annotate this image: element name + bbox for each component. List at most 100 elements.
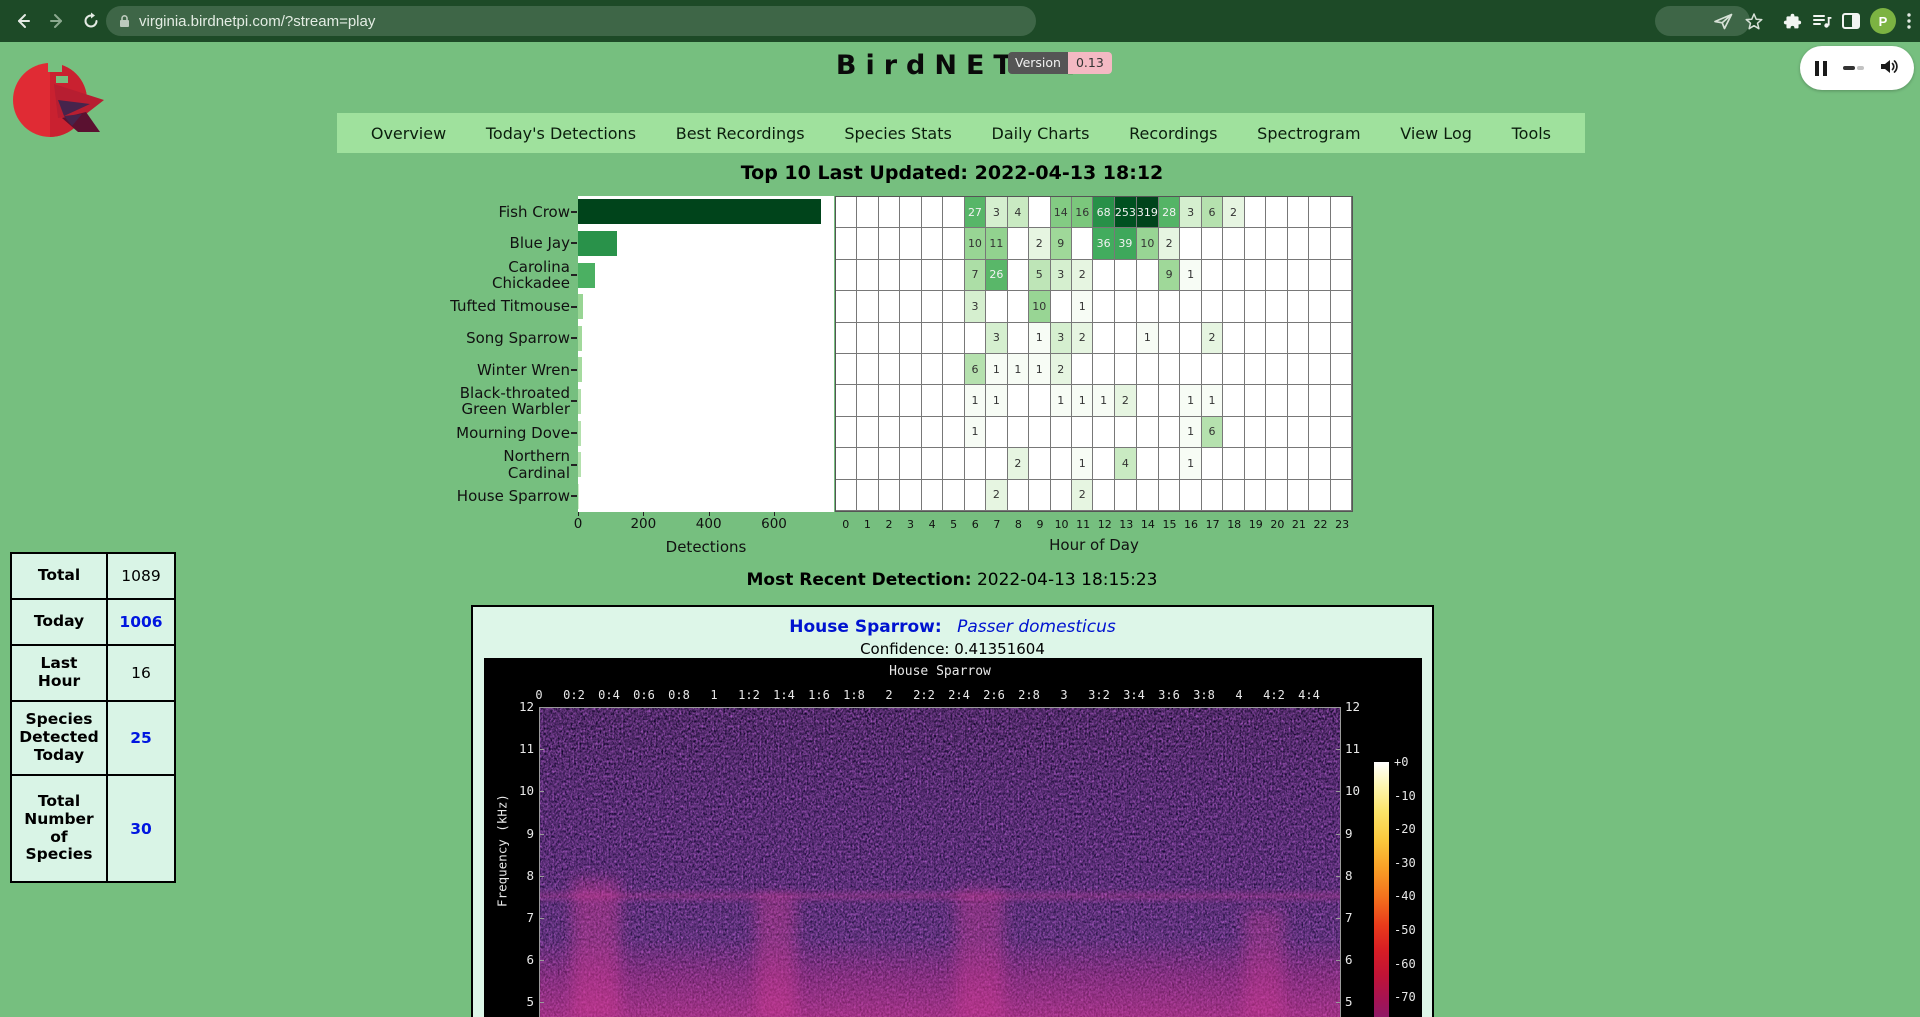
heatmap-cell [1202,448,1223,479]
heatmap-cell [1093,260,1114,291]
heatmap-cell [1223,417,1244,448]
x-tick-label: 0 [574,516,583,532]
heatmap-cell [900,480,921,511]
audio-scrubber[interactable] [1843,66,1864,70]
heatmap-cell [1245,323,1266,354]
heatmap-cell [1115,323,1137,354]
heatmap-cell [1288,291,1309,322]
colorbar-label: -40 [1394,889,1416,903]
heatmap-cell: 1 [1137,323,1159,354]
heatmap-cell [1266,417,1287,448]
heatmap-cell [1180,291,1201,322]
heatmap-cell: 1 [1072,291,1093,322]
most-recent-detection-line: Most Recent Detection: 2022-04-13 18:15:… [0,570,1904,590]
hour-tick-label: 7 [986,518,1008,534]
heatmap-cell [836,291,857,322]
heatmap-cell [1223,480,1244,511]
url-bar[interactable]: virginia.birdnetpi.com/?stream=play [106,6,1036,36]
heatmap-cell [943,323,964,354]
spectrogram-x-tick: 4:4 [1298,688,1320,702]
spectrogram-y-tick-left: 11 [508,741,534,756]
chrome-menu-button[interactable] [1906,12,1912,30]
heatmap-cell: 10 [1137,228,1159,259]
species-label-blue-jay: Blue Jay [380,228,570,260]
volume-button[interactable] [1880,58,1899,79]
reload-button[interactable] [74,4,108,38]
main-nav: Overview Today's Detections Best Recording… [337,113,1585,153]
nav-item-recordings[interactable]: Recordings [1129,124,1217,143]
heatmap-cell [1245,448,1266,479]
y-tick-mark [571,306,577,308]
forward-button[interactable] [40,4,74,38]
nav-item-best-recordings[interactable]: Best Recordings [676,124,805,143]
spectrogram-y-tick-right: 5 [1345,994,1353,1009]
species-label-song-sparrow: Song Sparrow [380,322,570,354]
y-tick-mark [539,707,544,708]
nav-item-view-log[interactable]: View Log [1400,124,1472,143]
heatmap-cell [1051,448,1072,479]
nav-item-daily-charts[interactable]: Daily Charts [992,124,1090,143]
url-text: virginia.birdnetpi.com/?stream=play [139,13,375,30]
hour-tick-label: 18 [1223,518,1245,534]
heatmap-cell [1223,448,1244,479]
heatmap-cell [1115,417,1137,448]
nav-item-spectrogram[interactable]: Spectrogram [1257,124,1360,143]
detection-panel: House Sparrow: Passer domesticus Confide… [471,605,1434,1017]
heatmap-cell [1008,385,1029,416]
heatmap-cell [879,480,900,511]
heatmap-cell [1180,354,1201,385]
send-to-device-button[interactable] [1714,13,1733,30]
y-tick-mark [1336,707,1341,708]
stats-value-link[interactable]: 30 [108,776,174,881]
side-panel-button[interactable] [1842,13,1860,29]
heatmap-cell [1093,291,1114,322]
heatmap-cell [1137,480,1159,511]
heatmap-cell [1288,480,1309,511]
bookmark-button[interactable] [1745,13,1763,30]
heatmap-cell: 27 [965,197,986,228]
heatmap-cell: 39 [1115,228,1137,259]
species-label-tufted-titmouse: Tufted Titmouse [380,291,570,323]
side-panel-icon [1842,13,1860,29]
spectrogram-y-tick-right: 7 [1345,910,1353,925]
heatmap-cell [1288,417,1309,448]
heatmap-cell [1137,354,1159,385]
spectrogram-plot [539,707,1341,1017]
nav-item-tools[interactable]: Tools [1512,124,1551,143]
heatmap-cell [1331,228,1352,259]
species-common-name-link[interactable]: House Sparrow: [789,617,941,637]
heatmap-cell: 1 [986,385,1007,416]
playlist-button[interactable] [1812,12,1832,30]
pause-button[interactable] [1815,61,1827,76]
bar-mourning-dove [578,421,581,446]
hour-tick-label: 6 [964,518,986,534]
colorbar-label: +0 [1394,755,1408,769]
heatmap-cell: 2 [1072,323,1093,354]
back-button[interactable] [6,4,40,38]
extensions-button[interactable] [1783,12,1802,31]
heatmap-cell [836,228,857,259]
species-label-northern-cardinal: Northern Cardinal [380,449,570,481]
y-tick-mark [571,400,577,402]
bar-chart-y-ticks [571,196,577,512]
hour-tick-label: 1 [857,518,879,534]
y-tick-mark [571,432,577,434]
heatmap-cell [1331,354,1352,385]
heatmap-cell [1008,291,1029,322]
species-label-mourning-dove: Mourning Dove [380,417,570,449]
stats-label: Today [12,600,108,644]
heatmap-cell [1309,385,1330,416]
heatmap-cell [1266,197,1287,228]
stats-value-link[interactable]: 25 [108,702,174,774]
profile-avatar[interactable]: P [1870,8,1896,34]
stats-value-link[interactable]: 1006 [108,600,174,644]
nav-item-species-stats[interactable]: Species Stats [844,124,952,143]
page-title: BirdNET-Pi [0,50,1920,81]
x-tick-label: 400 [696,516,722,532]
heatmap-cell [1223,385,1244,416]
bar-song-sparrow [578,326,582,351]
heatmap-cell [900,228,921,259]
heatmap-cell [1093,354,1114,385]
nav-item-today-s-detections[interactable]: Today's Detections [486,124,636,143]
nav-item-overview[interactable]: Overview [371,124,446,143]
